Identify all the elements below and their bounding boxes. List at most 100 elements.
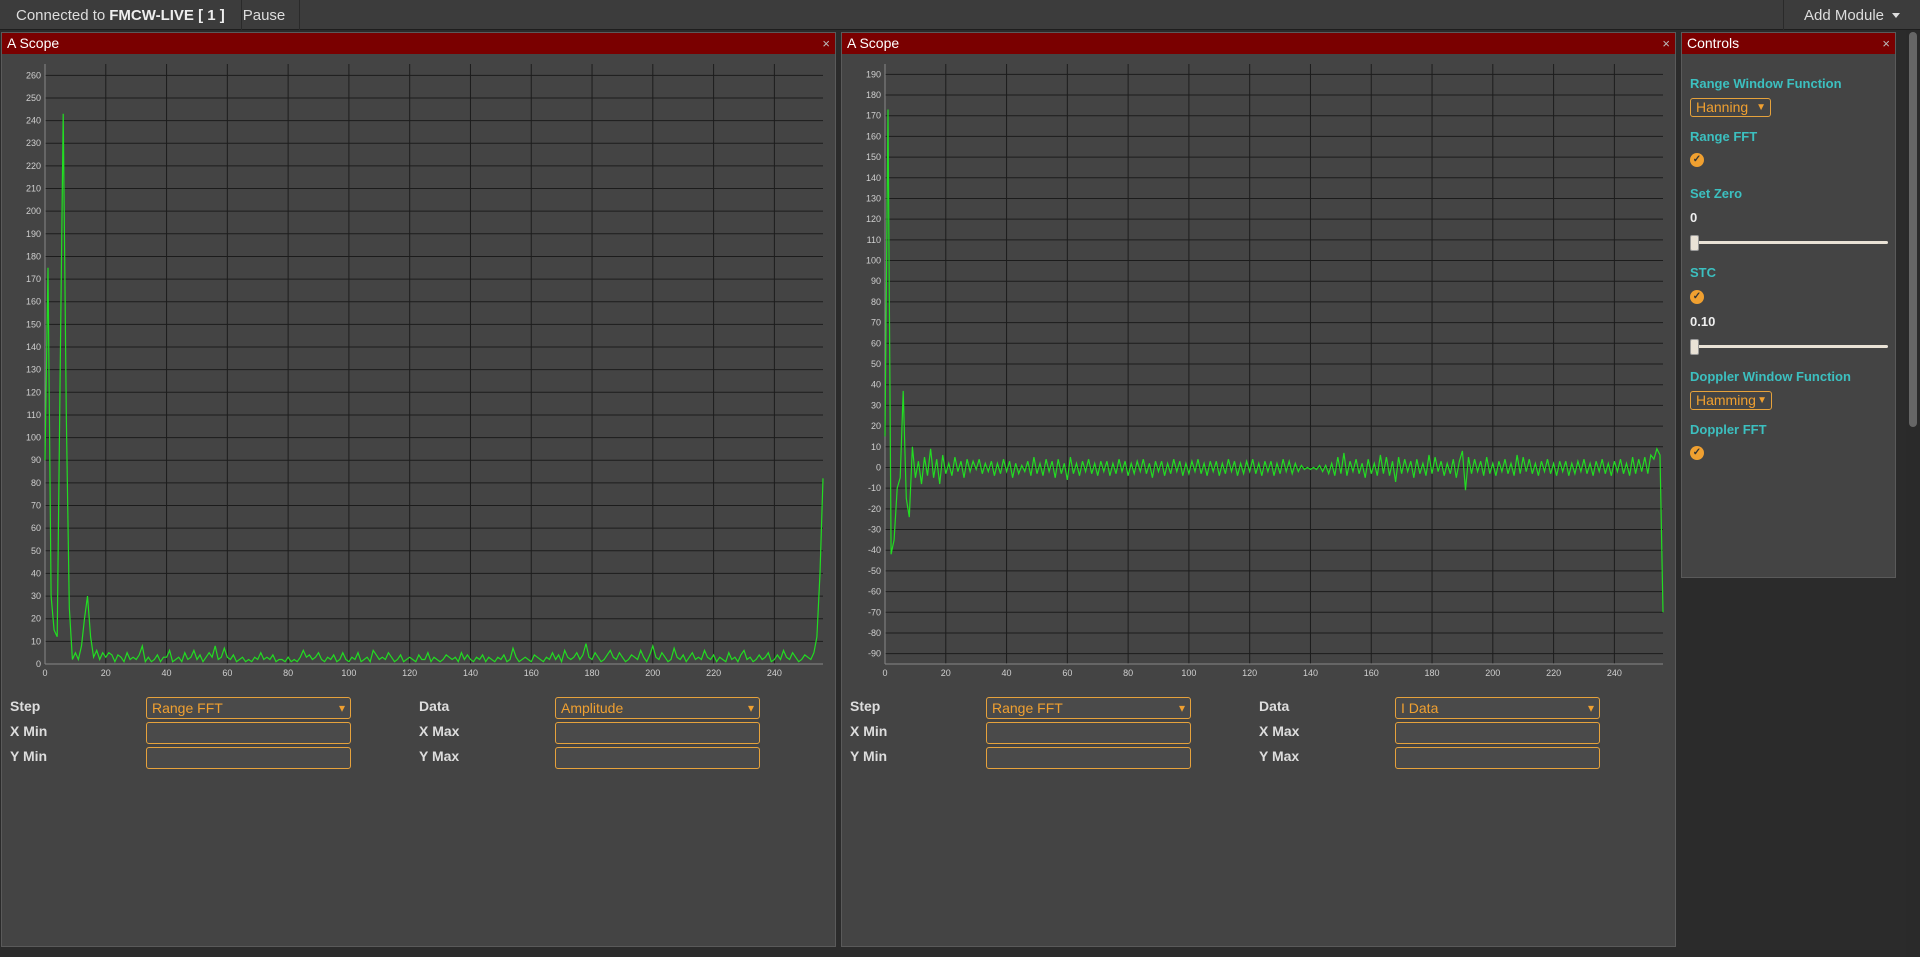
xmin-label: X Min xyxy=(850,723,888,739)
controls-panel: Controls × Range Window Function Hanning… xyxy=(1681,32,1896,578)
x-tick-label: 120 xyxy=(402,668,417,678)
y-tick-label: -20 xyxy=(868,504,881,514)
range-fft-label: Range FFT xyxy=(1690,129,1758,144)
stc-checkbox[interactable]: ✓ xyxy=(1690,290,1704,304)
add-module-label: Add Module xyxy=(1803,6,1885,24)
stc-slider[interactable] xyxy=(1690,339,1888,355)
x-tick-label: 0 xyxy=(882,668,887,678)
y-tick-label: 170 xyxy=(866,111,881,121)
slider-thumb[interactable] xyxy=(1690,339,1699,355)
scrollbar-thumb[interactable] xyxy=(1909,32,1917,427)
y-tick-label: -70 xyxy=(868,607,881,617)
y-tick-label: 130 xyxy=(26,365,41,375)
x-tick-label: 160 xyxy=(1364,668,1379,678)
amplitude-chart: 0 20 40 60 80 100 120 140 160 180 200 220 240 0 10 20 30… xyxy=(26,64,824,678)
plot-background xyxy=(45,64,823,664)
xmax-input[interactable] xyxy=(1395,722,1600,744)
y-tick-label: 50 xyxy=(871,359,881,369)
ymin-input[interactable] xyxy=(986,747,1191,769)
y-tick-label: 90 xyxy=(871,276,881,286)
step-label: Step xyxy=(850,698,881,714)
ymax-input[interactable] xyxy=(555,747,760,769)
y-tick-label: 190 xyxy=(866,69,881,79)
y-tick-label: 10 xyxy=(871,442,881,452)
close-icon[interactable]: × xyxy=(822,33,830,54)
ymin-label: Y Min xyxy=(850,748,888,764)
y-tick-label: 0 xyxy=(36,659,41,669)
x-tick-label: 140 xyxy=(463,668,478,678)
y-tick-label: 220 xyxy=(26,161,41,171)
y-tick-label: 60 xyxy=(31,523,41,533)
y-tick-label: 120 xyxy=(866,214,881,224)
ymax-input[interactable] xyxy=(1395,747,1600,769)
doppler-fft-checkbox[interactable]: ✓ xyxy=(1690,446,1704,460)
x-tick-label: 40 xyxy=(162,668,172,678)
y-tick-label: 160 xyxy=(26,297,41,307)
range-fft-checkbox[interactable]: ✓ xyxy=(1690,153,1704,167)
range-window-value: Hanning xyxy=(1696,99,1749,115)
data-select[interactable]: Amplitude xyxy=(555,697,760,719)
y-tick-label: -40 xyxy=(868,545,881,555)
x-tick-label: 200 xyxy=(1485,668,1500,678)
y-tick-label: 250 xyxy=(26,93,41,103)
y-tick-label: 110 xyxy=(867,235,881,245)
page-scrollbar[interactable] xyxy=(1906,30,1920,957)
doppler-window-label: Doppler Window Function xyxy=(1690,369,1851,384)
connection-prefix: Connected to xyxy=(16,6,106,24)
x-tick-label: 40 xyxy=(1002,668,1012,678)
close-icon[interactable]: × xyxy=(1882,33,1890,54)
doppler-window-value: Hamming xyxy=(1696,392,1756,408)
pause-button[interactable]: Pause xyxy=(229,0,300,30)
panel-header: Controls × xyxy=(1682,33,1895,54)
x-tick-label: 20 xyxy=(101,668,111,678)
xmin-input[interactable] xyxy=(986,722,1191,744)
y-tick-label: 240 xyxy=(26,116,41,126)
step-select[interactable]: Range FFT xyxy=(986,697,1191,719)
y-tick-label: 60 xyxy=(871,338,881,348)
x-tick-label: 100 xyxy=(1181,668,1196,678)
add-module-button[interactable]: Add Module xyxy=(1783,0,1920,30)
form-row-x: X Min X Max xyxy=(2,719,837,744)
data-select[interactable]: I Data xyxy=(1395,697,1600,719)
x-tick-label: 60 xyxy=(1062,668,1072,678)
slider-thumb[interactable] xyxy=(1690,235,1699,251)
y-tick-label: 40 xyxy=(31,568,41,578)
x-tick-label: 20 xyxy=(941,668,951,678)
y-tick-label: 90 xyxy=(31,455,41,465)
form-row-step: Step Range FFT Data I Data xyxy=(842,694,1677,719)
ymax-label: Y Max xyxy=(1259,748,1300,764)
close-icon[interactable]: × xyxy=(1662,33,1670,54)
doppler-window-select[interactable]: Hamming ▼ xyxy=(1690,391,1772,410)
x-tick-label: 200 xyxy=(645,668,660,678)
xmin-input[interactable] xyxy=(146,722,351,744)
y-tick-label: -10 xyxy=(868,483,881,493)
y-tick-label: 50 xyxy=(31,546,41,556)
ymin-input[interactable] xyxy=(146,747,351,769)
y-tick-label: 80 xyxy=(31,478,41,488)
form-row-step: Step Range FFT Data Amplitude xyxy=(2,694,837,719)
x-tick-label: 60 xyxy=(222,668,232,678)
y-tick-label: -50 xyxy=(868,566,881,576)
set-zero-slider[interactable] xyxy=(1690,235,1888,251)
ymax-label: Y Max xyxy=(419,748,460,764)
x-tick-label: 180 xyxy=(1425,668,1440,678)
x-tick-label: 0 xyxy=(42,668,47,678)
xmax-input[interactable] xyxy=(555,722,760,744)
x-tick-label: 220 xyxy=(706,668,721,678)
panel-title: Controls xyxy=(1687,35,1740,51)
step-select[interactable]: Range FFT xyxy=(146,697,351,719)
a-scope-panel-2: A Scope × 0 20 40 60 80 100 120 140 160 180 200 220… xyxy=(841,32,1676,947)
x-tick-label: 160 xyxy=(524,668,539,678)
x-tick-label: 240 xyxy=(767,668,782,678)
y-tick-label: 160 xyxy=(866,131,881,141)
y-tick-label: 140 xyxy=(866,173,881,183)
ymin-label: Y Min xyxy=(10,748,48,764)
range-window-select[interactable]: Hanning ▼ xyxy=(1690,98,1771,117)
chevron-down-icon: ▼ xyxy=(1756,102,1766,113)
chevron-down-icon xyxy=(1892,12,1901,18)
x-tick-label: 80 xyxy=(283,668,293,678)
x-tick-label: 240 xyxy=(1607,668,1622,678)
y-tick-label: 140 xyxy=(26,342,41,352)
xmax-label: X Max xyxy=(1259,723,1300,739)
panel-header: A Scope × xyxy=(2,33,835,54)
